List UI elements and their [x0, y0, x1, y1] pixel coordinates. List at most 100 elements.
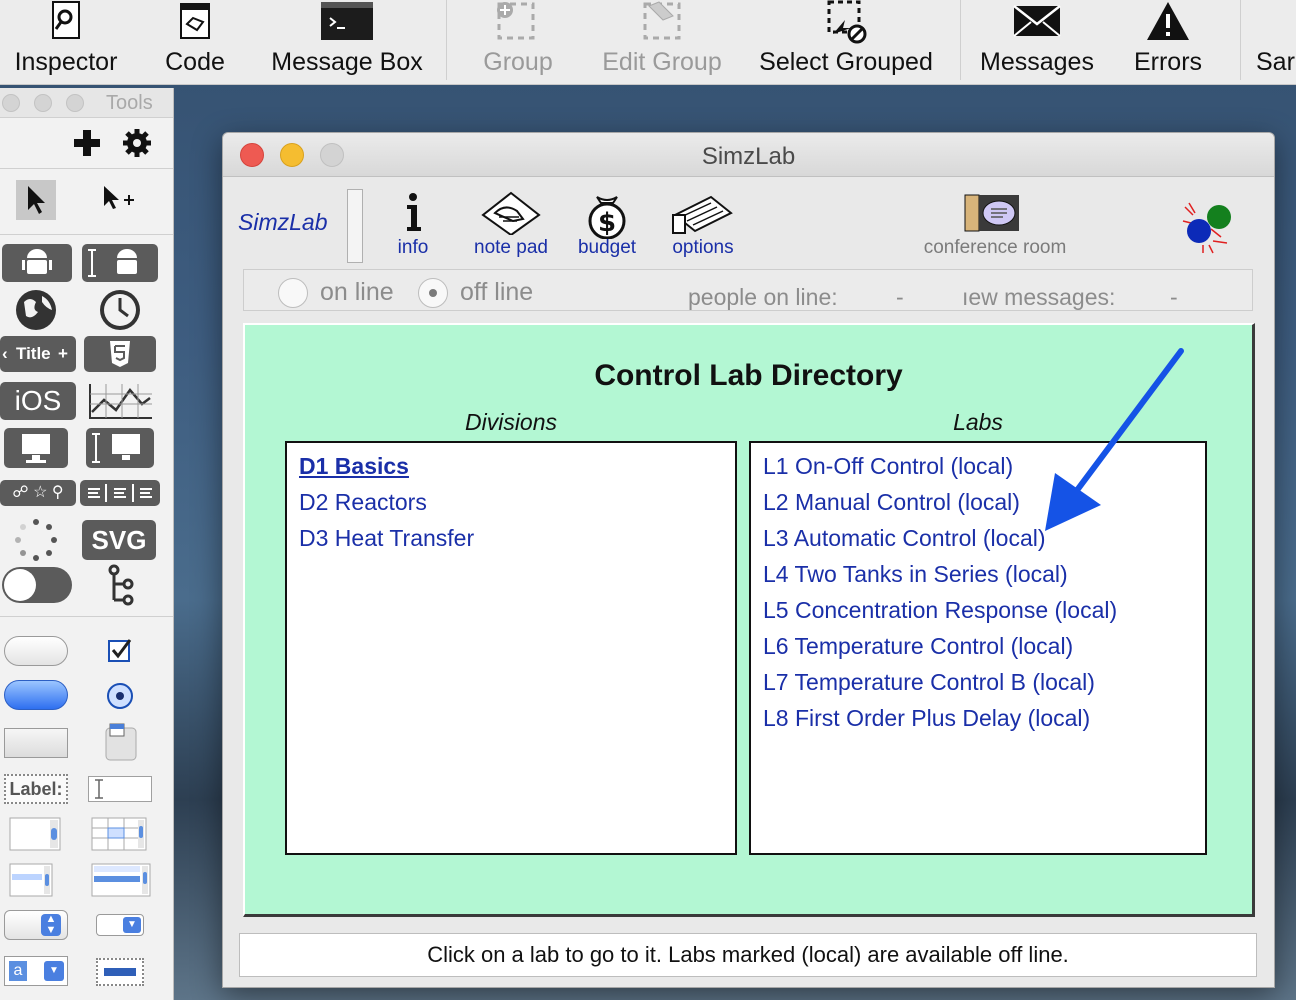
segmented-control-icon — [88, 484, 152, 502]
conference-room-button[interactable]: conference room — [913, 191, 1077, 263]
edit-group-icon — [643, 1, 681, 40]
sample-button[interactable]: Sar — [1256, 0, 1296, 85]
list-field-icon[interactable] — [8, 862, 54, 898]
minimize-icon[interactable] — [34, 94, 52, 112]
toggle-switch-icon[interactable] — [0, 564, 74, 606]
select-grouped-icon — [827, 0, 867, 44]
svg-text:$: $ — [598, 208, 616, 238]
lab-item[interactable]: L2 Manual Control (local) — [763, 489, 1020, 516]
molecules-icon[interactable] — [1181, 199, 1241, 255]
image-well-icon[interactable] — [104, 722, 138, 762]
edit-group-label: Edit Group — [602, 48, 722, 76]
chevron-left-icon: ‹ — [2, 344, 8, 363]
spinner-icon[interactable] — [14, 518, 58, 562]
edit-group-button[interactable]: Edit Group — [588, 0, 736, 85]
field-menu-tool[interactable]: a ▼ — [4, 956, 68, 986]
icon-font-tool[interactable]: ☍ ☆ ⚲ — [0, 480, 76, 506]
inspector-button[interactable]: Inspector — [0, 0, 132, 85]
brand-label: SimzLab — [238, 209, 328, 235]
division-item[interactable]: D3 Heat Transfer — [299, 525, 474, 552]
zoom-icon[interactable] — [66, 94, 84, 112]
lab-item[interactable]: L4 Two Tanks in Series (local) — [763, 561, 1068, 588]
html5-tool[interactable] — [84, 336, 156, 372]
lab-item[interactable]: L6 Temperature Control (local) — [763, 633, 1073, 660]
divisions-heading: Divisions — [464, 409, 558, 435]
select-grouped-button[interactable]: Select Grouped — [746, 0, 946, 85]
menu-bar-tool[interactable] — [96, 958, 144, 986]
combo-box-tool[interactable]: ▼ — [96, 914, 144, 936]
radio-button-icon[interactable] — [106, 682, 134, 710]
errors-button[interactable]: Errors — [1116, 0, 1220, 85]
annotation-arrow-icon — [1045, 348, 1184, 531]
chevron-down-icon: ▼ — [44, 961, 64, 981]
offline-radio[interactable] — [418, 278, 448, 308]
division-item[interactable]: D2 Reactors — [299, 489, 427, 516]
lab-item[interactable]: L3 Automatic Control (local) — [763, 525, 1046, 552]
arrow-pointer-icon — [28, 186, 45, 214]
label-tool[interactable]: Label: — [4, 774, 68, 804]
checkbox-icon[interactable] — [106, 636, 134, 664]
svg-tool[interactable]: SVG — [82, 520, 156, 560]
segmented-tool[interactable] — [80, 480, 160, 506]
html5-icon — [110, 341, 130, 367]
chart-icon[interactable] — [86, 382, 154, 422]
mac-button-tool[interactable] — [4, 428, 68, 468]
ios-tool[interactable]: iOS — [0, 382, 76, 420]
title-bar-tool[interactable]: ‹ Title + — [0, 336, 76, 372]
add-icon[interactable] — [72, 128, 102, 158]
close-icon[interactable] — [2, 94, 20, 112]
group-button[interactable]: Group — [462, 0, 574, 85]
lab-item[interactable]: L7 Temperature Control B (local) — [763, 669, 1095, 696]
push-button-tool[interactable] — [4, 636, 68, 666]
lab-item[interactable]: L8 First Order Plus Delay (local) — [763, 705, 1090, 732]
message-box-button[interactable]: Message Box — [256, 0, 438, 85]
toolbar-divider — [1240, 0, 1241, 80]
toolbar-divider — [347, 189, 363, 263]
popup-menu-tool[interactable]: ▲ ▼ — [4, 910, 68, 940]
data-grid-icon[interactable] — [90, 862, 152, 898]
android-field-tool[interactable] — [82, 244, 158, 282]
default-button-tool[interactable] — [4, 680, 68, 710]
errors-label: Errors — [1133, 48, 1203, 76]
new-messages-value: - — [1170, 284, 1178, 310]
conference-room-icon — [964, 194, 1019, 232]
tools-titlebar: Tools — [0, 88, 173, 118]
text-field-tool[interactable] — [88, 776, 152, 802]
code-label: Code — [165, 48, 225, 76]
info-button[interactable]: info — [383, 191, 443, 263]
lab-item[interactable]: L1 On-Off Control (local) — [763, 453, 1013, 480]
inspector-icon — [52, 1, 80, 39]
desktop-text-icon — [92, 433, 140, 463]
scroll-field-icon[interactable] — [8, 816, 62, 852]
text-a-icon: a — [9, 961, 27, 981]
mac-field-tool[interactable] — [86, 428, 154, 468]
run-pointer-icon[interactable] — [100, 182, 140, 218]
android-icon — [22, 249, 52, 274]
android-button-tool[interactable] — [2, 244, 72, 282]
window-title: SimzLab — [701, 143, 796, 170]
pointer-tool[interactable] — [16, 180, 56, 220]
text-cursor-icon — [95, 779, 103, 799]
gear-icon[interactable] — [122, 128, 152, 158]
division-item[interactable]: D1 Basics — [299, 453, 409, 480]
online-radio[interactable] — [278, 278, 308, 308]
svg-tool-label: SVG — [91, 525, 147, 555]
messages-button[interactable]: Messages — [970, 0, 1104, 85]
bevel-button-tool[interactable] — [4, 728, 68, 758]
code-icon — [180, 3, 210, 39]
inspector-label: Inspector — [14, 48, 118, 76]
code-button[interactable]: Code — [140, 0, 250, 85]
conference-room-label: conference room — [923, 237, 1067, 258]
clock-icon[interactable] — [98, 288, 142, 332]
note-pad-button[interactable]: note pad — [469, 191, 553, 263]
budget-button[interactable]: $ budget — [573, 191, 641, 263]
options-button[interactable]: options — [667, 191, 739, 263]
table-icon[interactable] — [90, 816, 148, 852]
globe-icon[interactable] — [14, 288, 58, 332]
window-titlebar[interactable]: SimzLab — [223, 133, 1274, 177]
divisions-list[interactable]: D1 Basics D2 Reactors D3 Heat Transfer — [285, 441, 737, 855]
divider — [0, 616, 173, 617]
info-label: info — [397, 237, 429, 258]
lab-item[interactable]: L5 Concentration Response (local) — [763, 597, 1117, 624]
tree-icon[interactable] — [104, 564, 138, 608]
